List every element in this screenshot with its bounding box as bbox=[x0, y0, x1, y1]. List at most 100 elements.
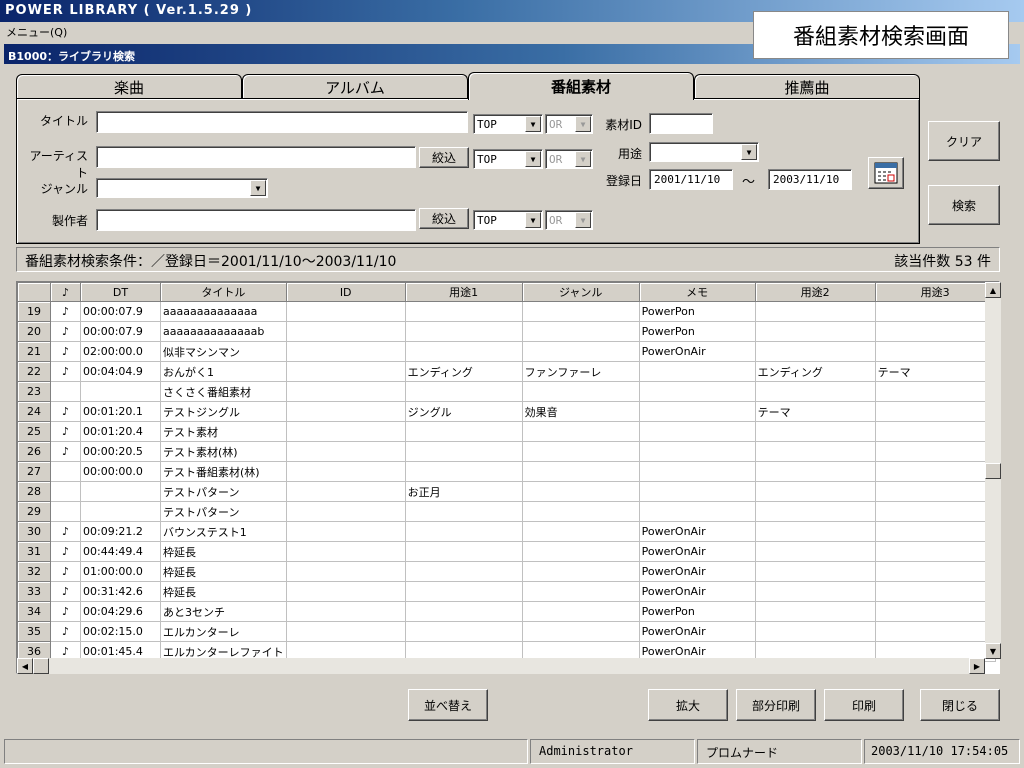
cell-genre: 効果音 bbox=[521, 401, 640, 422]
table-row[interactable]: 19 ♪ 00:00:07.9 aaaaaaaaaaaaaa PowerPon bbox=[17, 301, 996, 322]
cell-id bbox=[285, 581, 406, 602]
table-row[interactable]: 32 ♪ 01:00:00.0 枠延長 PowerOnAir bbox=[17, 561, 996, 582]
close-button[interactable]: 閉じる bbox=[920, 689, 1000, 721]
table-row[interactable]: 27 00:00:00.0 テスト番組素材(林) bbox=[17, 461, 996, 482]
zoom-button[interactable]: 拡大 bbox=[648, 689, 728, 721]
partial-print-button[interactable]: 部分印刷 bbox=[736, 689, 816, 721]
chevron-down-icon: ▼ bbox=[575, 116, 591, 132]
tab-program-material[interactable]: 番組素材 bbox=[468, 72, 694, 100]
artist-match-select[interactable]: TOP ▼ bbox=[473, 149, 543, 169]
tab-albums[interactable]: アルバム bbox=[242, 74, 468, 99]
table-row[interactable]: 24 ♪ 00:01:20.1 テストジングル ジングル 効果音 テーマ bbox=[17, 401, 996, 422]
table-row[interactable]: 26 ♪ 00:00:20.5 テスト素材(林) bbox=[17, 441, 996, 462]
music-note-icon: ♪ bbox=[50, 421, 81, 442]
scroll-down-icon[interactable]: ▼ bbox=[985, 643, 1001, 659]
results-table: ♪ DT タイトル ID 用途1 ジャンル メモ 用途2 用途3 19 ♪ 00:00:07.9 aa… bbox=[17, 282, 996, 662]
table-row[interactable]: 29 テストパターン bbox=[17, 501, 996, 522]
producer-narrow-button[interactable]: 絞込 bbox=[419, 208, 469, 229]
cell-use2 bbox=[754, 381, 876, 402]
cell-genre: ファンファーレ bbox=[521, 361, 640, 382]
memo-column-header[interactable]: メモ bbox=[638, 282, 756, 302]
music-note-icon: ♪ bbox=[50, 361, 81, 382]
date-from-input[interactable]: 2001/11/10 bbox=[649, 169, 733, 190]
artist-narrow-button[interactable]: 絞込 bbox=[419, 147, 469, 168]
tab-recommended[interactable]: 推薦曲 bbox=[694, 74, 920, 99]
scroll-left-icon[interactable]: ◀ bbox=[17, 658, 33, 674]
genre-select[interactable]: ▼ bbox=[96, 178, 268, 198]
usage2-column-header[interactable]: 用途2 bbox=[754, 282, 876, 302]
table-row[interactable]: 31 ♪ 00:44:49.4 枠延長 PowerOnAir bbox=[17, 541, 996, 562]
music-note-icon: ♪ bbox=[50, 441, 81, 462]
dt-column-header[interactable]: DT bbox=[80, 282, 161, 302]
cell-use1 bbox=[404, 441, 523, 462]
row-number: 32 bbox=[17, 561, 51, 582]
cell-use1 bbox=[404, 601, 523, 622]
vertical-scrollbar[interactable]: ▲ ▼ bbox=[985, 282, 1001, 659]
table-row[interactable]: 34 ♪ 00:04:29.6 あと3センチ PowerPon bbox=[17, 601, 996, 622]
print-button[interactable]: 印刷 bbox=[824, 689, 904, 721]
row-number: 29 bbox=[17, 501, 51, 522]
cell-use1 bbox=[404, 421, 523, 442]
horizontal-scrollbar[interactable]: ◀ ▶ bbox=[17, 658, 985, 674]
material-id-label: 素材ID bbox=[605, 118, 642, 132]
cell-use1 bbox=[404, 581, 523, 602]
producer-input[interactable] bbox=[96, 209, 416, 231]
cell-genre bbox=[521, 341, 640, 362]
title-input[interactable] bbox=[96, 111, 468, 133]
usage1-column-header[interactable]: 用途1 bbox=[404, 282, 523, 302]
table-row[interactable]: 30 ♪ 00:09:21.2 バウンステスト1 PowerOnAir bbox=[17, 521, 996, 542]
cell-memo: PowerOnAir bbox=[638, 621, 756, 642]
note-column-header[interactable]: ♪ bbox=[50, 282, 81, 302]
search-button[interactable]: 検索 bbox=[928, 185, 1000, 225]
table-row[interactable]: 21 ♪ 02:00:00.0 似非マシンマン PowerOnAir bbox=[17, 341, 996, 362]
tab-songs[interactable]: 楽曲 bbox=[16, 74, 242, 99]
cell-dt: 00:00:20.5 bbox=[80, 441, 161, 462]
producer-logic-select: OR ▼ bbox=[545, 210, 593, 230]
statusbar-user: Administrator bbox=[530, 739, 695, 764]
artist-input[interactable] bbox=[96, 146, 416, 168]
scroll-right-icon[interactable]: ▶ bbox=[969, 658, 985, 674]
scroll-thumb-horizontal[interactable] bbox=[33, 658, 49, 674]
menu-item[interactable]: メニュー(Q) bbox=[6, 26, 67, 39]
scroll-thumb[interactable] bbox=[985, 463, 1001, 479]
cell-memo: PowerPon bbox=[638, 301, 756, 322]
cell-dt bbox=[80, 481, 161, 502]
table-row[interactable]: 35 ♪ 00:02:15.0 エルカンターレ PowerOnAir bbox=[17, 621, 996, 642]
cell-use1 bbox=[404, 621, 523, 642]
table-row[interactable]: 23 さくさく番組素材 bbox=[17, 381, 996, 402]
cell-genre bbox=[521, 421, 640, 442]
search-condition-text: 番組素材検索条件：／登録日＝2001/11/10～2003/11/10 bbox=[25, 254, 397, 270]
cell-genre bbox=[521, 441, 640, 462]
cell-dt: 00:00:07.9 bbox=[80, 321, 161, 342]
table-row[interactable]: 25 ♪ 00:01:20.4 テスト素材 bbox=[17, 421, 996, 442]
usage-select[interactable]: ▼ bbox=[649, 142, 759, 162]
table-row[interactable]: 22 ♪ 00:04:04.9 おんがく1 エンディング ファンファーレ エンディング テーマ bbox=[17, 361, 996, 382]
row-number-header bbox=[17, 282, 51, 302]
cell-dt: 00:01:20.1 bbox=[80, 401, 161, 422]
calendar-button[interactable] bbox=[868, 157, 904, 189]
cell-id bbox=[285, 481, 406, 502]
row-number: 35 bbox=[17, 621, 51, 642]
cell-title: 枠延長 bbox=[160, 541, 287, 562]
title-match-select[interactable]: TOP ▼ bbox=[473, 114, 543, 134]
table-row[interactable]: 28 テストパターン お正月 bbox=[17, 481, 996, 502]
id-column-header[interactable]: ID bbox=[285, 282, 406, 302]
table-row[interactable]: 33 ♪ 00:31:42.6 枠延長 PowerOnAir bbox=[17, 581, 996, 602]
date-to-input[interactable]: 2003/11/10 bbox=[768, 169, 852, 190]
cell-dt: 00:04:29.6 bbox=[80, 601, 161, 622]
cell-use2 bbox=[754, 621, 876, 642]
table-row[interactable]: 20 ♪ 00:00:07.9 aaaaaaaaaaaaaab PowerPon bbox=[17, 321, 996, 342]
cell-use1 bbox=[404, 501, 523, 522]
usage3-column-header[interactable]: 用途3 bbox=[874, 282, 996, 302]
producer-match-select[interactable]: TOP ▼ bbox=[473, 210, 543, 230]
cell-id bbox=[285, 521, 406, 542]
genre-column-header[interactable]: ジャンル bbox=[521, 282, 640, 302]
sort-button[interactable]: 並べ替え bbox=[408, 689, 488, 721]
scroll-up-icon[interactable]: ▲ bbox=[985, 282, 1001, 298]
title-column-header[interactable]: タイトル bbox=[160, 282, 287, 302]
cell-dt bbox=[80, 381, 161, 402]
material-id-input[interactable] bbox=[649, 113, 713, 134]
cell-use3 bbox=[874, 601, 996, 622]
row-number: 30 bbox=[17, 521, 51, 542]
clear-button[interactable]: クリア bbox=[928, 121, 1000, 161]
